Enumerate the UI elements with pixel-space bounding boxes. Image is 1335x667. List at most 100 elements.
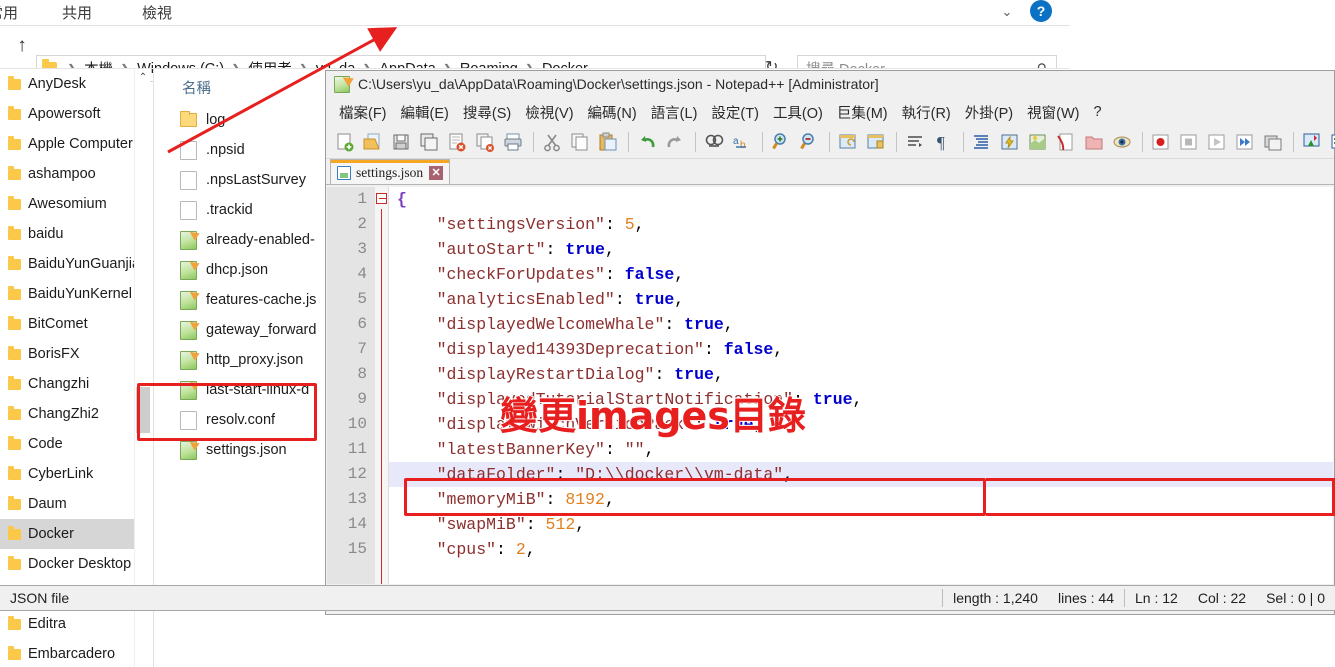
ribbon-tab-home[interactable]: 常用: [0, 2, 18, 23]
sidebar-item-embarcadero[interactable]: Embarcadero: [0, 639, 134, 667]
code-line[interactable]: 4 "checkForUpdates": false,: [327, 262, 1333, 287]
code-line[interactable]: 13 "memoryMiB": 8192,: [327, 487, 1333, 512]
menu-item-10[interactable]: 外掛(P): [958, 102, 1020, 123]
menu-item-3[interactable]: 檢視(V): [518, 102, 580, 123]
close-all-icon[interactable]: [472, 130, 498, 154]
question-icon[interactable]: ?: [1030, 0, 1052, 22]
sidebar-item-borisfx[interactable]: BorisFX: [0, 339, 134, 369]
save-icon[interactable]: [388, 130, 414, 154]
copy-icon[interactable]: [567, 130, 593, 154]
close-file-icon[interactable]: [444, 130, 470, 154]
sidebar-item-baiduyunkernel[interactable]: BaiduYunKernel: [0, 279, 134, 309]
macro-stop-icon[interactable]: [1176, 130, 1202, 154]
navigation-sidebar[interactable]: AnyDesk Apowersoft Apple Computer ashampoo A…: [0, 69, 134, 667]
code-line[interactable]: 10 "displaySwitchVersionPack": true,: [327, 412, 1333, 437]
chevron-down-icon[interactable]: ⌄: [996, 4, 1018, 20]
sidebar-item-baiduyunguanjia[interactable]: BaiduYunGuanjia: [0, 249, 134, 279]
notepadpp-toolbar[interactable]: ab ¶: [326, 126, 1335, 159]
sync-scroll-v-icon[interactable]: [835, 130, 861, 154]
sidebar-item-cyberlink[interactable]: CyberLink: [0, 459, 134, 489]
sidebar-item-daum[interactable]: Daum: [0, 489, 134, 519]
sidebar-item-apowersoft[interactable]: Apowersoft: [0, 99, 134, 129]
undo-icon[interactable]: [634, 130, 660, 154]
sidebar-item-code[interactable]: Code: [0, 429, 134, 459]
run-icon[interactable]: [1299, 130, 1325, 154]
zoom-in-icon[interactable]: [768, 130, 794, 154]
compare-icon[interactable]: [1327, 130, 1335, 154]
paste-icon[interactable]: [595, 130, 621, 154]
sidebar-item-baidu[interactable]: baidu: [0, 219, 134, 249]
notepadpp-tab-bar[interactable]: settings.json ✕: [326, 159, 1334, 185]
code-line[interactable]: 7 "displayed14393Deprecation": false,: [327, 337, 1333, 362]
sidebar-item-docker[interactable]: Docker: [0, 519, 134, 549]
menu-item-9[interactable]: 執行(R): [895, 102, 958, 123]
redo-icon[interactable]: [662, 130, 688, 154]
sidebar-item-apple-computer[interactable]: Apple Computer: [0, 129, 134, 159]
code-text-area[interactable]: 1{2 "settingsVersion": 5, 3 "autoStart": …: [327, 187, 1333, 584]
macro-record-icon[interactable]: [1148, 130, 1174, 154]
sidebar-item-ashampoo[interactable]: ashampoo: [0, 159, 134, 189]
menu-item-12[interactable]: ?: [1086, 104, 1108, 120]
sidebar-item-editra[interactable]: Editra: [0, 609, 134, 639]
save-all-icon[interactable]: [416, 130, 442, 154]
sidebar-scrollbar[interactable]: ⌃: [134, 69, 150, 667]
code-line[interactable]: 11 "latestBannerKey": "",: [327, 437, 1333, 462]
monitor-icon[interactable]: [1109, 130, 1135, 154]
code-editor[interactable]: 1{2 "settingsVersion": 5, 3 "autoStart": …: [327, 187, 1333, 584]
find-icon[interactable]: [701, 130, 727, 154]
new-file-icon[interactable]: [332, 130, 358, 154]
column-header-name[interactable]: 名稱: [182, 77, 211, 98]
menu-item-4[interactable]: 編碼(N): [581, 102, 644, 123]
arrow-up-icon[interactable]: ↑: [10, 34, 34, 58]
code-line[interactable]: 8 "displayRestartDialog": true,: [327, 362, 1333, 387]
scrollbar-thumb[interactable]: [136, 387, 150, 433]
code-line[interactable]: 3 "autoStart": true,: [327, 237, 1333, 262]
show-all-chars-icon[interactable]: ¶: [930, 130, 956, 154]
indent-guide-icon[interactable]: [969, 130, 995, 154]
code-line-text: "cpus": 2,: [397, 540, 536, 559]
menu-item-0[interactable]: 檔案(F): [332, 102, 394, 123]
sync-scroll-h-icon[interactable]: [863, 130, 889, 154]
menu-item-6[interactable]: 設定(T): [704, 102, 766, 123]
code-line[interactable]: 15 "cpus": 2,: [327, 537, 1333, 562]
code-line[interactable]: 2 "settingsVersion": 5,: [327, 212, 1333, 237]
ribbon-tab-view[interactable]: 檢視: [142, 2, 172, 23]
sidebar-item-anydesk[interactable]: AnyDesk: [0, 69, 134, 99]
code-line[interactable]: 1{: [327, 187, 1333, 212]
notepadpp-menu-bar[interactable]: 檔案(F) 編輯(E) 搜尋(S) 檢視(V) 編碼(N) 語言(L) 設定(T) 工具(O)…: [326, 98, 1334, 126]
close-icon[interactable]: ✕: [429, 165, 444, 180]
code-line[interactable]: 12 "dataFolder": "D:\\docker\\vm-data",: [327, 462, 1333, 487]
sidebar-item-awesomium[interactable]: Awesomium: [0, 189, 134, 219]
tab-settings-json[interactable]: settings.json ✕: [330, 159, 451, 185]
folder-as-workspace-icon[interactable]: [1081, 130, 1107, 154]
replace-icon[interactable]: ab: [729, 130, 755, 154]
code-line[interactable]: 5 "analyticsEnabled": true,: [327, 287, 1333, 312]
menu-item-1[interactable]: 編輯(E): [394, 102, 456, 123]
code-line[interactable]: 9 "displayedTutorialStartNotification": …: [327, 387, 1333, 412]
macro-play-icon[interactable]: [1204, 130, 1230, 154]
doc-list-icon[interactable]: [1053, 130, 1079, 154]
code-line[interactable]: 14 "swapMiB": 512,: [327, 512, 1333, 537]
ribbon-tab-share[interactable]: 共用: [62, 2, 92, 23]
print-icon[interactable]: [500, 130, 526, 154]
sidebar-item-docker-desktop[interactable]: Docker Desktop: [0, 549, 134, 579]
macro-save-icon[interactable]: [1260, 130, 1286, 154]
sidebar-item-changzhi2[interactable]: ChangZhi2: [0, 399, 134, 429]
code-line[interactable]: 6 "displayedWelcomeWhale": true,: [327, 312, 1333, 337]
macro-play-multi-icon[interactable]: [1232, 130, 1258, 154]
menu-item-11[interactable]: 視窗(W): [1020, 102, 1086, 123]
menu-item-7[interactable]: 工具(O): [766, 102, 830, 123]
doc-map-icon[interactable]: [1025, 130, 1051, 154]
cut-icon[interactable]: [539, 130, 565, 154]
notepadpp-title-bar[interactable]: C:\Users\yu_da\AppData\Roaming\Docker\se…: [326, 71, 1334, 98]
chevron-up-icon[interactable]: ⌃: [135, 69, 151, 86]
menu-item-8[interactable]: 巨集(M): [830, 102, 895, 123]
user-defined-dialog-icon[interactable]: [997, 130, 1023, 154]
zoom-out-icon[interactable]: [796, 130, 822, 154]
menu-item-5[interactable]: 語言(L): [644, 102, 705, 123]
menu-item-2[interactable]: 搜尋(S): [456, 102, 518, 123]
sidebar-item-changzhi[interactable]: Changzhi: [0, 369, 134, 399]
word-wrap-icon[interactable]: [902, 130, 928, 154]
sidebar-item-bitcomet[interactable]: BitComet: [0, 309, 134, 339]
open-file-icon[interactable]: [360, 130, 386, 154]
